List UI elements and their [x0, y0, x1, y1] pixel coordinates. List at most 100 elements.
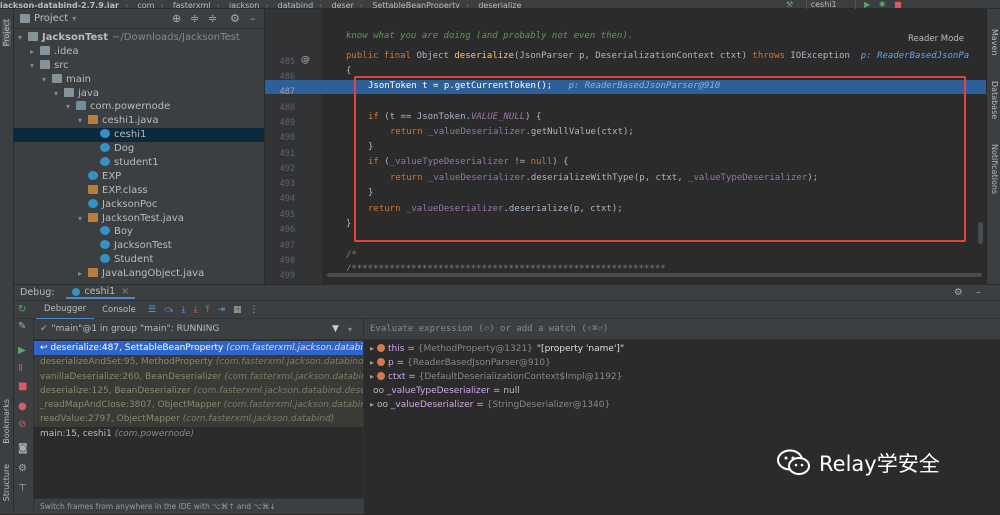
- stop-icon[interactable]: ■: [18, 381, 27, 392]
- evaluate-icon[interactable]: ▦: [233, 305, 242, 315]
- chevron-down-icon[interactable]: ▾: [18, 31, 28, 45]
- tree-item[interactable]: Student: [14, 253, 264, 267]
- tree-item[interactable]: ▸ .idea: [14, 45, 264, 59]
- breadcrumb-item[interactable]: jackson-databind-2.7.9.jar: [0, 1, 119, 8]
- filter-icon[interactable]: ▼: [332, 324, 339, 334]
- menu-icon[interactable]: ☰: [148, 305, 156, 315]
- chevron-right-icon[interactable]: ▸: [370, 400, 374, 409]
- stack-frame[interactable]: _readMapAndClose:3807, ObjectMapper (com…: [34, 398, 363, 413]
- chevron-right-icon[interactable]: ▸: [370, 372, 374, 381]
- reader-mode-toggle[interactable]: Reader Mode: [908, 34, 964, 44]
- project-tool-button[interactable]: Project: [2, 19, 11, 47]
- wrench-icon[interactable]: ✎: [18, 321, 26, 332]
- tree-item[interactable]: ▸ JavaLangObject.java: [14, 267, 264, 281]
- stack-frame[interactable]: deserialize:125, BeanDeserializer (com.f…: [34, 383, 363, 399]
- bookmarks-tool-button[interactable]: Bookmarks: [2, 399, 11, 444]
- tree-item[interactable]: ▾ src: [14, 59, 264, 73]
- step-out-icon[interactable]: ⤒: [206, 305, 210, 315]
- expand-icon[interactable]: ≑: [208, 12, 217, 25]
- chevron-down-icon[interactable]: ▾: [78, 114, 88, 128]
- resume-icon[interactable]: ▶: [18, 345, 26, 356]
- stack-frame[interactable]: vanillaDeserialize:260, BeanDeserializer…: [34, 369, 363, 384]
- camera-icon[interactable]: ◙: [18, 443, 28, 454]
- collapse-icon[interactable]: ≑: [190, 12, 199, 25]
- tree-item[interactable]: ▾ java: [14, 87, 264, 101]
- step-into-icon[interactable]: ⤓: [182, 305, 186, 315]
- locate-icon[interactable]: ⊕: [172, 12, 181, 25]
- chevron-down-icon[interactable]: ▾: [72, 14, 76, 23]
- chevron-right-icon[interactable]: ▸: [370, 344, 374, 353]
- breadcrumb-item[interactable]: deserialize: [478, 1, 521, 8]
- chevron-down-icon[interactable]: ▾: [66, 100, 76, 114]
- gear-icon[interactable]: ⚙: [954, 287, 963, 298]
- breadcrumb-item[interactable]: jackson: [229, 1, 259, 8]
- thread-selector[interactable]: ✔ "main"@1 in group "main": RUNNING ▼ ▾: [34, 319, 363, 340]
- structure-tool-button[interactable]: Structure: [2, 464, 11, 501]
- view-breakpoints-icon[interactable]: ●: [18, 401, 27, 412]
- variable-row[interactable]: ▸ p = {ReaderBasedJsonParser@910}: [364, 356, 1000, 370]
- tree-item[interactable]: EXP.class: [14, 184, 264, 198]
- stack-frame[interactable]: main:15, ceshi1 (com.powernode): [34, 427, 363, 441]
- project-view-select[interactable]: Project: [34, 13, 68, 24]
- horizontal-scrollbar[interactable]: [322, 271, 986, 278]
- gear-icon[interactable]: ⚙: [230, 12, 240, 25]
- tree-item[interactable]: ▾ JacksonTest ~/Downloads/JacksonTest: [14, 31, 264, 45]
- tree-item[interactable]: EXP: [14, 170, 264, 184]
- stack-frame[interactable]: readValue:2797, ObjectMapper (com.faster…: [34, 412, 363, 427]
- database-tool-button[interactable]: Database: [990, 81, 999, 119]
- variable-row[interactable]: ▸ ctxt = {DefaultDeserializationContext$I…: [364, 370, 1000, 384]
- run-icon[interactable]: ▶: [864, 0, 870, 9]
- notifications-tool-button[interactable]: Notifications: [990, 144, 999, 194]
- debug-session-tab[interactable]: ceshi1 ×: [66, 286, 136, 299]
- variable-row[interactable]: oo _valueTypeDeserializer = null: [364, 384, 1000, 398]
- tree-item[interactable]: Boy: [14, 225, 264, 239]
- gear-icon[interactable]: ⚙: [18, 463, 27, 474]
- tree-item[interactable]: ceshi1: [14, 128, 264, 143]
- tree-item[interactable]: JacksonTest: [14, 239, 264, 253]
- vertical-scrollbar[interactable]: [978, 222, 983, 244]
- debug-icon[interactable]: ✱: [879, 0, 886, 9]
- override-marker-icon[interactable]: @: [301, 55, 310, 65]
- breadcrumb-item[interactable]: deser: [332, 1, 354, 8]
- stack-frame[interactable]: deserializeAndSet:95, MethodProperty (co…: [34, 355, 363, 370]
- minimize-icon[interactable]: –: [976, 287, 981, 298]
- hammer-icon[interactable]: ⚒: [786, 0, 793, 9]
- step-over-icon[interactable]: ⤼: [164, 305, 174, 315]
- variable-row[interactable]: ▸ this = {MethodProperty@1321} "[property …: [364, 342, 1000, 356]
- evaluate-expression-input[interactable]: Evaluate expression (⏎) or add a watch (…: [364, 319, 1000, 340]
- tree-item[interactable]: ▾ JacksonTest.java: [14, 212, 264, 226]
- tree-item[interactable]: ▾ ceshi1.java: [14, 114, 264, 128]
- chevron-down-icon[interactable]: ▾: [30, 59, 40, 73]
- chevron-right-icon[interactable]: ▸: [370, 358, 374, 367]
- rerun-icon[interactable]: ↻: [18, 304, 26, 315]
- stop-icon[interactable]: ■: [894, 0, 902, 9]
- breadcrumb-item[interactable]: SettableBeanProperty: [372, 1, 460, 8]
- force-step-into-icon[interactable]: ⤓: [194, 305, 198, 315]
- tree-item[interactable]: JacksonPoc: [14, 198, 264, 212]
- tree-item[interactable]: student1: [14, 156, 264, 170]
- chevron-down-icon[interactable]: ▾: [54, 87, 64, 101]
- chevron-down-icon[interactable]: ▾: [42, 73, 52, 87]
- tab-console[interactable]: Console: [94, 301, 144, 319]
- tab-debugger[interactable]: Debugger: [36, 300, 95, 320]
- chevron-right-icon[interactable]: ▸: [30, 45, 40, 59]
- variable-row[interactable]: ▸ oo _valueDeserializer = {StringDeserial…: [364, 398, 1000, 412]
- chevron-down-icon[interactable]: ▾: [78, 212, 88, 226]
- minimize-icon[interactable]: –: [250, 12, 256, 25]
- chevron-down-icon[interactable]: ▾: [348, 325, 352, 334]
- maven-tool-button[interactable]: Maven: [990, 29, 999, 56]
- tree-item[interactable]: ▾ com.powernode: [14, 100, 264, 114]
- breadcrumb-item[interactable]: fasterxml: [173, 1, 211, 8]
- close-icon[interactable]: ×: [121, 286, 129, 297]
- more-icon[interactable]: ⋮: [250, 305, 259, 315]
- breadcrumb-item[interactable]: com: [137, 1, 154, 8]
- breadcrumb-item[interactable]: databind: [278, 1, 313, 8]
- tree-item[interactable]: ▾ main: [14, 73, 264, 87]
- stack-frame[interactable]: ↩ deserialize:487, SettableBeanProperty …: [34, 341, 363, 356]
- run-to-cursor-icon[interactable]: ⇥: [217, 305, 225, 315]
- tree-item[interactable]: Dog: [14, 142, 264, 156]
- pause-icon[interactable]: Ⅱ: [18, 363, 23, 374]
- mute-breakpoints-icon[interactable]: ⊘: [18, 419, 26, 430]
- pin-icon[interactable]: ⊤: [18, 483, 27, 494]
- chevron-right-icon[interactable]: ▸: [78, 267, 88, 281]
